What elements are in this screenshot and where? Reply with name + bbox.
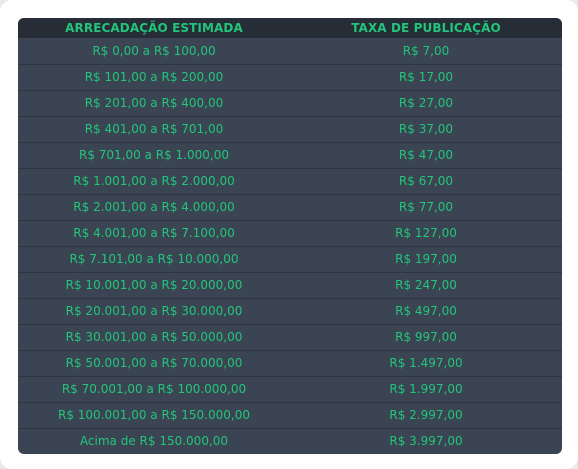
fee-cell: R$ 197,00 xyxy=(290,246,562,273)
range-cell: R$ 50.001,00 a R$ 70.000,00 xyxy=(18,350,290,377)
fee-table-container: ARRECADAÇÃO ESTIMADA TAXA DE PUBLICAÇÃO … xyxy=(18,18,562,454)
fee-cell: R$ 37,00 xyxy=(290,116,562,143)
table-row: R$ 701,00 a R$ 1.000,00 R$ 47,00 xyxy=(18,142,562,169)
header-estimated-collection: ARRECADAÇÃO ESTIMADA xyxy=(65,21,243,35)
table-header: ARRECADAÇÃO ESTIMADA TAXA DE PUBLICAÇÃO xyxy=(18,18,562,38)
header-publication-fee: TAXA DE PUBLICAÇÃO xyxy=(351,21,501,35)
fee-cell: R$ 1.997,00 xyxy=(290,376,562,403)
fee-cell: R$ 2.997,00 xyxy=(290,402,562,429)
table-row: R$ 100.001,00 a R$ 150.000,00 R$ 2.997,0… xyxy=(18,402,562,429)
table-body: R$ 0,00 a R$ 100,00 R$ 7,00 R$ 101,00 a … xyxy=(18,38,562,454)
range-cell: R$ 701,00 a R$ 1.000,00 xyxy=(18,142,290,169)
fee-cell: R$ 127,00 xyxy=(290,220,562,247)
fee-cell: R$ 47,00 xyxy=(290,142,562,169)
table-row: R$ 4.001,00 a R$ 7.100,00 R$ 127,00 xyxy=(18,220,562,247)
fee-cell: R$ 17,00 xyxy=(290,64,562,91)
table-row: R$ 20.001,00 a R$ 30.000,00 R$ 497,00 xyxy=(18,298,562,325)
fee-cell: R$ 67,00 xyxy=(290,168,562,195)
table-row: R$ 50.001,00 a R$ 70.000,00 R$ 1.497,00 xyxy=(18,350,562,377)
table-row: R$ 70.001,00 a R$ 100.000,00 R$ 1.997,00 xyxy=(18,376,562,403)
fee-cell: R$ 497,00 xyxy=(290,298,562,325)
range-cell: R$ 20.001,00 a R$ 30.000,00 xyxy=(18,298,290,325)
range-cell: R$ 70.001,00 a R$ 100.000,00 xyxy=(18,376,290,403)
fee-cell: R$ 247,00 xyxy=(290,272,562,299)
table-row: R$ 30.001,00 a R$ 50.000,00 R$ 997,00 xyxy=(18,324,562,351)
table-row: R$ 201,00 a R$ 400,00 R$ 27,00 xyxy=(18,90,562,117)
range-cell: R$ 7.101,00 a R$ 10.000,00 xyxy=(18,246,290,273)
range-cell: R$ 401,00 a R$ 701,00 xyxy=(18,116,290,143)
range-cell: R$ 201,00 a R$ 400,00 xyxy=(18,90,290,117)
fee-cell: R$ 1.497,00 xyxy=(290,350,562,377)
fee-cell: R$ 3.997,00 xyxy=(389,434,463,449)
table-row: R$ 401,00 a R$ 701,00 R$ 37,00 xyxy=(18,116,562,143)
fee-cell: R$ 27,00 xyxy=(290,90,562,117)
range-cell: R$ 1.001,00 a R$ 2.000,00 xyxy=(18,168,290,195)
range-cell: R$ 101,00 a R$ 200,00 xyxy=(18,64,290,91)
table-row: R$ 101,00 a R$ 200,00 R$ 17,00 xyxy=(18,64,562,91)
range-cell: R$ 100.001,00 a R$ 150.000,00 xyxy=(18,402,290,429)
header-row: ARRECADAÇÃO ESTIMADA TAXA DE PUBLICAÇÃO xyxy=(18,18,562,38)
table-row: Acima de R$ 150.000,00 R$ 3.997,00 xyxy=(18,428,562,454)
range-cell: Acima de R$ 150.000,00 xyxy=(79,434,229,449)
fee-cell: R$ 77,00 xyxy=(290,194,562,221)
table-row: R$ 10.001,00 a R$ 20.000,00 R$ 247,00 xyxy=(18,272,562,299)
modal-dialog: ARRECADAÇÃO ESTIMADA TAXA DE PUBLICAÇÃO … xyxy=(0,0,578,469)
table-row: R$ 0,00 a R$ 100,00 R$ 7,00 xyxy=(18,38,562,65)
fee-cell: R$ 997,00 xyxy=(290,324,562,351)
range-cell: R$ 30.001,00 a R$ 50.000,00 xyxy=(18,324,290,351)
range-cell: R$ 4.001,00 a R$ 7.100,00 xyxy=(18,220,290,247)
fee-cell: R$ 7,00 xyxy=(290,38,562,65)
fee-table: ARRECADAÇÃO ESTIMADA TAXA DE PUBLICAÇÃO … xyxy=(18,18,562,454)
range-cell: R$ 2.001,00 a R$ 4.000,00 xyxy=(18,194,290,221)
table-row: R$ 7.101,00 a R$ 10.000,00 R$ 197,00 xyxy=(18,246,562,273)
range-cell: R$ 0,00 a R$ 100,00 xyxy=(18,38,290,65)
table-row: R$ 2.001,00 a R$ 4.000,00 R$ 77,00 xyxy=(18,194,562,221)
range-cell: R$ 10.001,00 a R$ 20.000,00 xyxy=(18,272,290,299)
table-row: R$ 1.001,00 a R$ 2.000,00 R$ 67,00 xyxy=(18,168,562,195)
